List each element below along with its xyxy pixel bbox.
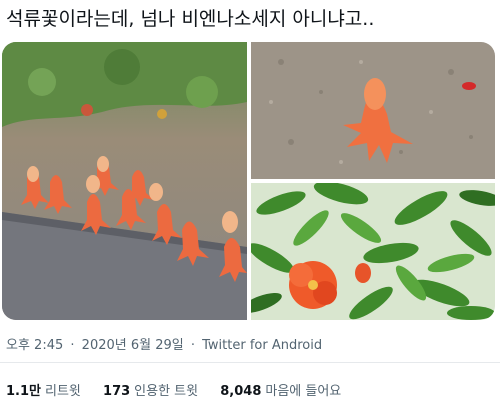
tweet-metadata: 오후 2:45 · 2020년 6월 29일 · Twitter for And… <box>6 334 322 353</box>
quotes-count: 173 <box>103 384 131 399</box>
tweet-source[interactable]: Twitter for Android <box>202 338 322 353</box>
likes-label: 마음에 들어요 <box>265 384 342 399</box>
photo-fallen-flowers[interactable] <box>2 42 247 320</box>
photo-tree-blossom[interactable] <box>251 183 495 320</box>
divider <box>0 362 500 363</box>
quotes-stat[interactable]: 173 인용한 트윗 <box>103 380 198 399</box>
retweets-stat[interactable]: 1.1만 리트윗 <box>6 380 81 399</box>
likes-count: 8,048 <box>220 384 262 399</box>
tweet-date[interactable]: 2020년 6월 29일 <box>82 338 184 353</box>
retweets-label: 리트윗 <box>45 384 81 399</box>
separator-dot: · <box>190 338 195 353</box>
retweets-count: 1.1만 <box>6 384 41 399</box>
quotes-label: 인용한 트윗 <box>134 384 199 399</box>
likes-stat[interactable]: 8,048 마음에 들어요 <box>220 380 341 399</box>
tweet-text: 석류꽃이라는데, 넘나 비엔나소세지 아니냐고.. <box>6 8 375 30</box>
photo-single-flower[interactable] <box>251 42 495 179</box>
single-flower-image <box>251 42 495 179</box>
media-grid <box>2 42 495 320</box>
separator-dot: · <box>70 338 75 353</box>
fallen-flowers-image <box>2 42 247 320</box>
tweet-time[interactable]: 오후 2:45 <box>6 338 63 353</box>
tweet-stats: 1.1만 리트윗 173 인용한 트윗 8,048 마음에 들어요 <box>6 380 359 399</box>
tree-blossom-image <box>251 183 495 320</box>
